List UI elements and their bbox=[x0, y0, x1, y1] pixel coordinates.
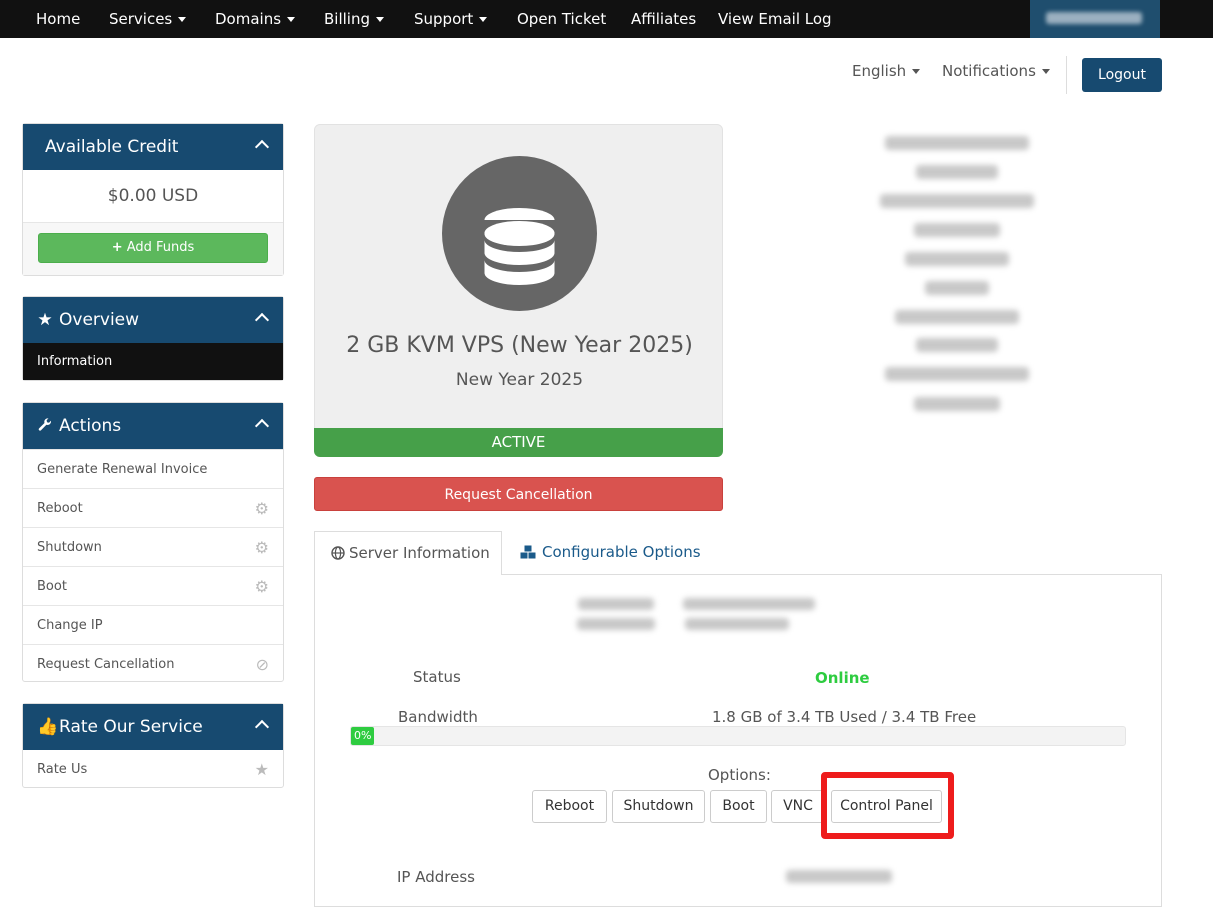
sidebar-item-reboot[interactable]: Reboot ⚙ bbox=[23, 488, 283, 527]
bandwidth-progress-bar: 0% bbox=[350, 726, 1126, 746]
tab-configurable-options-label: Configurable Options bbox=[542, 543, 701, 561]
credit-panel-title: Available Credit bbox=[45, 137, 179, 157]
notifications-label: Notifications bbox=[942, 62, 1036, 80]
nav-services-label: Services bbox=[109, 10, 173, 28]
server-status-value: Online bbox=[815, 669, 870, 687]
nav-billing[interactable]: Billing bbox=[324, 0, 384, 38]
tab-server-information-label: Server Information bbox=[349, 544, 490, 562]
bandwidth-value: 1.8 GB of 3.4 TB Used / 3.4 TB Free bbox=[712, 708, 977, 726]
nav-support-label: Support bbox=[414, 10, 474, 28]
star-icon: ★ bbox=[254, 760, 269, 779]
options-label: Options: bbox=[708, 766, 771, 784]
sidebar-item-boot[interactable]: Boot ⚙ bbox=[23, 566, 283, 605]
sidebar-item-label: Reboot bbox=[37, 501, 83, 516]
database-icon bbox=[484, 208, 555, 285]
nav-open-ticket[interactable]: Open Ticket bbox=[517, 0, 606, 38]
nav-domains-label: Domains bbox=[215, 10, 282, 28]
caret-down-icon bbox=[287, 17, 296, 22]
ip-address-label: IP Address bbox=[397, 868, 475, 886]
logout-button[interactable]: Logout bbox=[1082, 58, 1162, 92]
gears-icon: ⚙ bbox=[254, 538, 269, 557]
shutdown-button[interactable]: Shutdown bbox=[612, 790, 705, 823]
status-label: Status bbox=[413, 668, 461, 686]
header-divider bbox=[1066, 56, 1067, 94]
user-menu[interactable] bbox=[1030, 0, 1160, 38]
tab-server-information[interactable]: Server Information bbox=[314, 531, 502, 575]
vnc-button[interactable]: VNC bbox=[771, 790, 825, 823]
top-navbar: Home Services Domains Billing Support Op… bbox=[0, 0, 1213, 38]
sidebar-item-shutdown[interactable]: Shutdown ⚙ bbox=[23, 527, 283, 566]
language-selector[interactable]: English bbox=[852, 62, 921, 80]
plus-icon: + bbox=[111, 240, 123, 255]
request-cancellation-button[interactable]: Request Cancellation bbox=[314, 477, 723, 511]
user-name-redacted bbox=[1046, 12, 1142, 24]
credit-panel: Available Credit $0.00 USD + Add Funds bbox=[22, 123, 284, 276]
bandwidth-label: Bandwidth bbox=[398, 708, 478, 726]
add-funds-button[interactable]: + Add Funds bbox=[38, 233, 268, 263]
sidebar-item-change-ip[interactable]: Change IP bbox=[23, 605, 283, 644]
ban-icon: ⊘ bbox=[255, 655, 269, 674]
bandwidth-progress-fill: 0% bbox=[351, 727, 374, 745]
nav-affiliates[interactable]: Affiliates bbox=[631, 0, 696, 38]
nav-billing-label: Billing bbox=[324, 10, 370, 28]
thumbs-up-icon: 👍 bbox=[37, 717, 59, 737]
sidebar-item-generate-renewal-invoice[interactable]: Generate Renewal Invoice bbox=[23, 449, 283, 488]
add-funds-label: Add Funds bbox=[126, 240, 195, 255]
overview-panel: ★ Overview Information bbox=[22, 296, 284, 381]
highlight-box bbox=[821, 772, 954, 839]
sidebar-item-label: Generate Renewal Invoice bbox=[37, 462, 208, 477]
actions-panel: Actions Generate Renewal Invoice Reboot ⚙… bbox=[22, 402, 284, 682]
gears-icon: ⚙ bbox=[254, 577, 269, 596]
caret-down-icon bbox=[912, 69, 921, 74]
caret-down-icon bbox=[1041, 69, 1050, 74]
chevron-up-icon bbox=[254, 418, 270, 434]
star-icon: ★ bbox=[37, 310, 53, 330]
product-status-badge: ACTIVE bbox=[314, 428, 723, 457]
reboot-button[interactable]: Reboot bbox=[532, 790, 607, 823]
product-card: 2 GB KVM VPS (New Year 2025) New Year 20… bbox=[314, 124, 723, 434]
overview-panel-header[interactable]: ★ Overview bbox=[23, 297, 283, 343]
notifications-menu[interactable]: Notifications bbox=[942, 62, 1050, 80]
rate-panel-title: Rate Our Service bbox=[59, 717, 203, 737]
wrench-icon bbox=[37, 403, 53, 449]
caret-down-icon bbox=[376, 17, 384, 22]
cubes-icon bbox=[520, 531, 542, 573]
credit-amount: $0.00 USD bbox=[107, 186, 199, 206]
boot-button[interactable]: Boot bbox=[710, 790, 767, 823]
bandwidth-percent-label: 0% bbox=[354, 729, 372, 742]
caret-down-icon bbox=[178, 17, 187, 22]
sidebar-item-label: Request Cancellation bbox=[37, 657, 175, 672]
caret-down-icon bbox=[479, 17, 488, 22]
chevron-up-icon bbox=[254, 719, 270, 735]
gears-icon: ⚙ bbox=[254, 499, 269, 518]
sidebar-item-label: Boot bbox=[37, 579, 67, 594]
language-label: English bbox=[852, 62, 907, 80]
product-group: New Year 2025 bbox=[455, 370, 584, 390]
sidebar-item-rate-us[interactable]: Rate Us ★ bbox=[23, 750, 283, 789]
credit-footer: + Add Funds bbox=[23, 222, 283, 275]
ip-address-redacted bbox=[786, 870, 892, 883]
rate-panel: 👍Rate Our Service Rate Us ★ bbox=[22, 703, 284, 788]
product-icon-circle bbox=[442, 156, 597, 311]
nav-email-log[interactable]: View Email Log bbox=[718, 0, 832, 38]
overview-panel-title: Overview bbox=[59, 310, 140, 330]
actions-panel-title: Actions bbox=[59, 416, 122, 436]
sidebar-item-label: Change IP bbox=[37, 618, 103, 633]
sidebar-item-label: Shutdown bbox=[37, 540, 102, 555]
globe-icon bbox=[331, 532, 349, 574]
rate-panel-header[interactable]: 👍Rate Our Service bbox=[23, 704, 283, 750]
chevron-up-icon bbox=[254, 139, 270, 155]
sidebar-item-information[interactable]: Information bbox=[23, 343, 283, 380]
nav-services[interactable]: Services bbox=[109, 0, 187, 38]
sidebar-item-label: Rate Us bbox=[37, 762, 88, 777]
nav-home[interactable]: Home bbox=[36, 0, 80, 38]
actions-panel-header[interactable]: Actions bbox=[23, 403, 283, 449]
tab-configurable-options[interactable]: Configurable Options bbox=[520, 531, 701, 575]
chevron-up-icon bbox=[254, 312, 270, 328]
sidebar-item-request-cancellation[interactable]: Request Cancellation ⊘ bbox=[23, 644, 283, 683]
nav-domains[interactable]: Domains bbox=[215, 0, 296, 38]
credit-panel-header[interactable]: Available Credit bbox=[23, 124, 283, 170]
nav-support[interactable]: Support bbox=[414, 0, 488, 38]
product-name: 2 GB KVM VPS (New Year 2025) bbox=[346, 333, 693, 358]
